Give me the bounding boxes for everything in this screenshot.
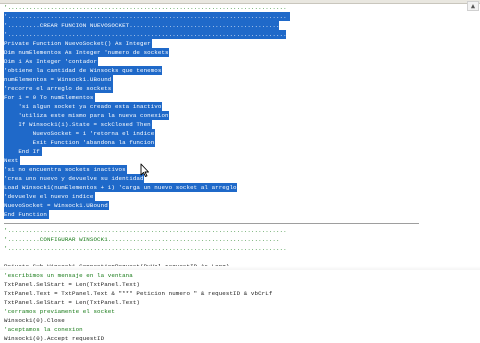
- code-line[interactable]: TxtPanel.SelStart = Len(TxtPanel.Text): [4, 280, 140, 289]
- code-line[interactable]: 'aceptamos la conexion: [4, 325, 83, 334]
- scroll-up-arrow-icon[interactable]: ▲: [467, 1, 479, 11]
- code-line[interactable]: Exit Function 'abandona la funcion: [4, 138, 156, 147]
- code-line[interactable]: '.........CREAR FUNCION NUEVOSOCKET.....…: [4, 21, 279, 30]
- procedure-separator: [4, 223, 419, 224]
- code-line[interactable]: 'utiliza este mismo para la nueva conexi…: [4, 111, 170, 120]
- code-line[interactable]: 'cerramos previamente el socket: [4, 307, 115, 316]
- code-line[interactable]: Next: [4, 156, 21, 165]
- code-line[interactable]: TxtPanel.Text = TxtPanel.Text & "*** Pet…: [4, 289, 272, 298]
- code-line[interactable]: For i = 0 To numElementos: [4, 93, 95, 102]
- code-line[interactable]: Private Function NuevoSocket() As Intege…: [4, 39, 152, 48]
- code-line[interactable]: '.......................................…: [4, 12, 290, 21]
- code-line[interactable]: TxtPanel.SelStart = Len(TxtPanel.Text): [4, 298, 140, 307]
- code-line[interactable]: '.........CONFIGURAR WINSOCK1...........…: [4, 235, 280, 244]
- code-line[interactable]: 'si no encuentra sockets inactivos: [4, 165, 127, 174]
- code-line[interactable]: '.......................................…: [4, 30, 287, 39]
- code-line[interactable]: Load Winsock1(numElementos + 1) 'carga u…: [4, 183, 237, 192]
- code-line[interactable]: numElementos = Winsock1.UBound: [4, 75, 113, 84]
- code-line[interactable]: 'si algun socket ya creado esta inactivo: [4, 102, 163, 111]
- code-line[interactable]: 'recorre el arreglo de sockets: [4, 84, 113, 93]
- code-line[interactable]: '.......................................…: [4, 244, 287, 253]
- code-line[interactable]: '.......................................…: [4, 226, 287, 235]
- code-line[interactable]: If Winsock1(i).State = sckClosed Then: [4, 120, 152, 129]
- code-line[interactable]: Dim numElementos As Integer 'numero de s…: [4, 48, 170, 57]
- code-line[interactable]: Winsock1(0).Accept requestID: [4, 334, 104, 343]
- window-bottom-edge: [0, 266, 480, 270]
- code-line[interactable]: 'escribimos un mensaje en la ventana: [4, 271, 133, 280]
- code-line[interactable]: Dim i As Integer 'contador: [4, 57, 99, 66]
- code-line[interactable]: End Function: [4, 210, 49, 219]
- code-line[interactable]: 'obtiene la cantidad de Winsocks que ten…: [4, 66, 163, 75]
- code-line[interactable]: '.......................................…: [4, 3, 287, 12]
- mouse-pointer-icon: [140, 163, 149, 177]
- code-line[interactable]: NuevoSocket = i 'retorna el indice: [4, 129, 156, 138]
- code-line[interactable]: NuevoSocket = Winsock1.UBound: [4, 201, 109, 210]
- code-line[interactable]: Winsock1(0).Close: [4, 316, 65, 325]
- code-line[interactable]: End If: [4, 147, 42, 156]
- code-line[interactable]: 'devuelve el nuevo indice: [4, 192, 95, 201]
- code-line[interactable]: 'crea uno nuevo y devuelve su identidad: [4, 174, 145, 183]
